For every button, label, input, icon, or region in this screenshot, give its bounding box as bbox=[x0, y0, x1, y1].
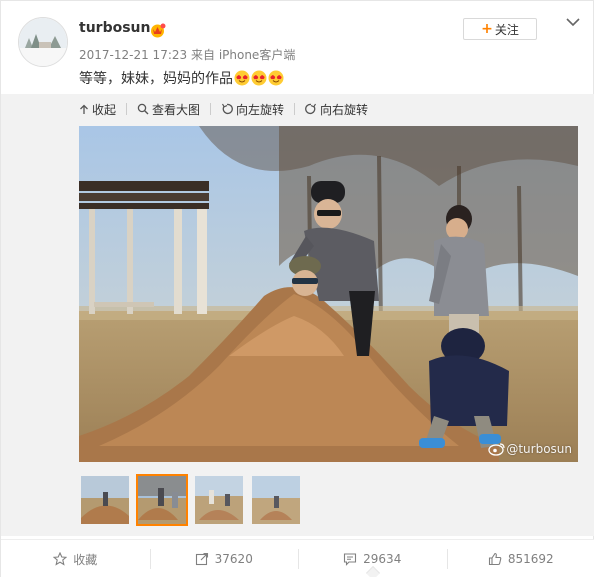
plus-icon: + bbox=[481, 21, 493, 37]
action-bar: 收藏 37620 29634 851692 bbox=[1, 539, 594, 577]
magnifier-icon bbox=[137, 103, 149, 115]
rotate-left-label: 向左旋转 bbox=[236, 102, 285, 117]
main-photo[interactable]: @turbosun bbox=[79, 126, 578, 462]
media-toolbar: 收起 查看大图 向左旋转 向右旋转 bbox=[79, 99, 382, 119]
toolbar-divider bbox=[126, 103, 128, 115]
rotate-right-icon bbox=[305, 103, 317, 114]
follow-label: 关注 bbox=[494, 22, 519, 37]
toolbar-divider bbox=[210, 103, 212, 115]
thumbnail-1[interactable] bbox=[79, 474, 131, 526]
thumbnail-strip bbox=[79, 474, 307, 526]
star-icon bbox=[53, 552, 68, 566]
repost-count: 37620 bbox=[214, 552, 253, 566]
media-panel: 收起 查看大图 向左旋转 向右旋转 @turbosun bbox=[1, 94, 594, 536]
crown-badge-icon[interactable] bbox=[149, 22, 166, 38]
thumbs-up-icon bbox=[488, 552, 502, 566]
collapse-arrow-icon bbox=[80, 104, 88, 114]
like-button[interactable]: 851692 bbox=[446, 540, 594, 577]
thumbnail-2-active[interactable] bbox=[136, 474, 188, 526]
follow-button[interactable]: + 关注 bbox=[463, 18, 537, 40]
thumbnail-image bbox=[195, 476, 243, 524]
comment-count: 29634 bbox=[363, 552, 402, 566]
weibo-post-card: turbosun 2017-12-21 17:23 来自 iPhone客户端 等… bbox=[0, 0, 594, 577]
favorite-label: 收藏 bbox=[73, 552, 98, 567]
watermark-text: @turbosun bbox=[506, 442, 572, 456]
view-large-button[interactable]: 查看大图 bbox=[137, 101, 200, 118]
avatar[interactable] bbox=[18, 17, 68, 67]
username[interactable]: turbosun bbox=[79, 20, 150, 36]
collapse-label: 收起 bbox=[92, 102, 117, 117]
thumbnail-image bbox=[81, 476, 129, 524]
thumbnail-3[interactable] bbox=[193, 474, 245, 526]
view-large-label: 查看大图 bbox=[152, 102, 201, 117]
post-meta: 2017-12-21 17:23 来自 iPhone客户端 bbox=[79, 46, 295, 63]
chevron-down-icon[interactable] bbox=[565, 15, 581, 29]
post-text: 等等，妹妹，妈妈的作品 bbox=[79, 68, 284, 88]
source-prefix: 来自 bbox=[190, 48, 215, 62]
like-count: 851692 bbox=[507, 552, 554, 566]
thumbnail-image bbox=[138, 476, 186, 524]
avatar-image bbox=[19, 18, 67, 66]
source-link[interactable]: iPhone客户端 bbox=[219, 48, 296, 62]
favorite-button[interactable]: 收藏 bbox=[1, 540, 150, 577]
toolbar-divider bbox=[294, 103, 296, 115]
rotate-left-icon bbox=[222, 103, 233, 114]
weibo-logo-icon bbox=[488, 443, 505, 456]
post-text-content: 等等，妹妹，妈妈的作品 bbox=[79, 71, 233, 87]
rotate-right-button[interactable]: 向右旋转 bbox=[305, 101, 368, 118]
heart-eyes-emoji-icon bbox=[251, 70, 267, 86]
thumbnail-image bbox=[252, 476, 300, 524]
photo-image bbox=[79, 126, 578, 462]
heart-eyes-emoji-icon bbox=[234, 70, 250, 86]
thumbnail-4[interactable] bbox=[250, 474, 302, 526]
repost-button[interactable]: 37620 bbox=[149, 540, 299, 577]
comment-icon bbox=[344, 553, 357, 566]
repost-icon bbox=[195, 552, 208, 566]
post-timestamp[interactable]: 2017-12-21 17:23 bbox=[79, 48, 187, 62]
photo-watermark: @turbosun bbox=[488, 442, 572, 456]
rotate-left-button[interactable]: 向左旋转 bbox=[221, 101, 284, 118]
collapse-button[interactable]: 收起 bbox=[79, 101, 116, 118]
rotate-right-label: 向右旋转 bbox=[320, 102, 369, 117]
heart-eyes-emoji-icon bbox=[268, 70, 284, 86]
